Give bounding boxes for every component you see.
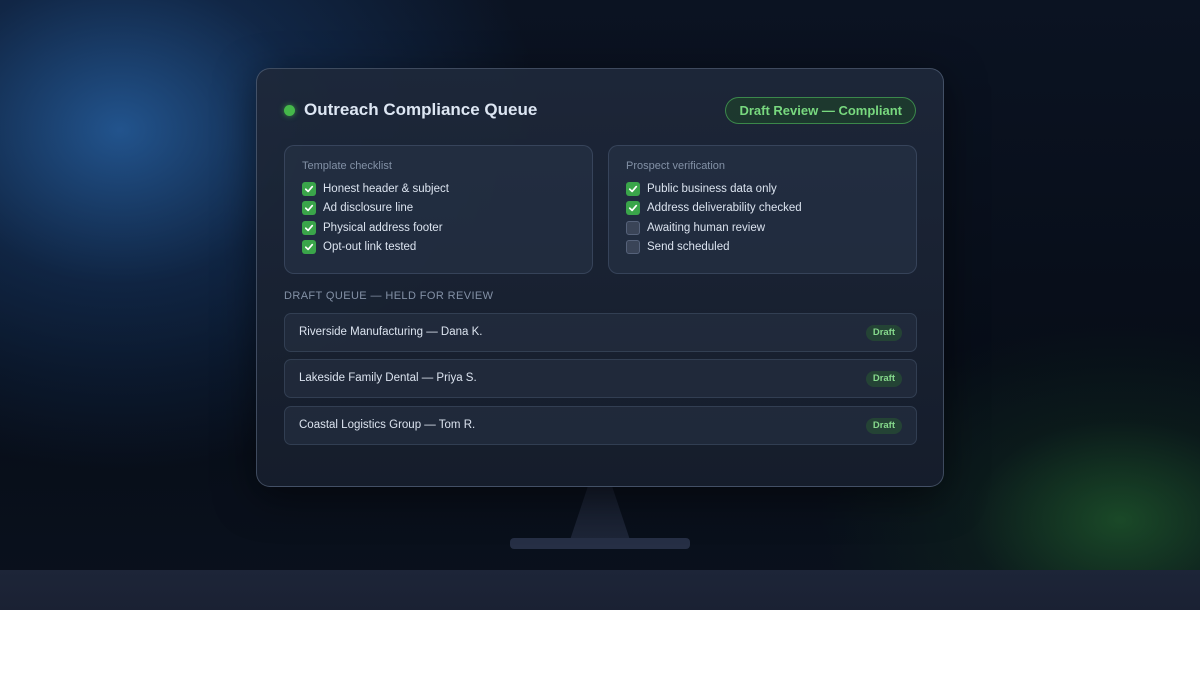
checkbox-checked-icon[interactable] — [626, 201, 640, 216]
template-checklist-card: Template checklist Honest header & subje… — [284, 145, 593, 274]
checkmark-icon — [628, 185, 638, 192]
checklist-item-label: Physical address footer — [323, 221, 443, 234]
checkmark-icon — [304, 205, 314, 212]
card-title: Prospect verification — [626, 160, 726, 172]
checkbox-unchecked-icon[interactable] — [626, 220, 640, 235]
checkmark-icon — [304, 224, 314, 231]
status-dot-icon — [284, 105, 295, 116]
checklist-item: Awaiting human review — [626, 218, 900, 238]
checkbox-checked-icon[interactable] — [626, 181, 640, 196]
page-title: Outreach Compliance Queue — [304, 100, 538, 119]
compliance-status-badge: Draft Review — Compliant — [725, 97, 916, 124]
checkmark-icon — [304, 185, 314, 192]
card-title: Template checklist — [302, 160, 392, 172]
draft-status-badge: Draft — [865, 325, 902, 341]
queue-row-name: Lakeside Family Dental — Priya S. — [299, 372, 477, 384]
checkbox-checked-icon[interactable] — [302, 220, 316, 235]
checkmark-icon — [628, 205, 638, 212]
checklist-item-label: Ad disclosure line — [323, 202, 414, 215]
monitor-stand-neck — [570, 486, 630, 540]
checkbox-checked-icon[interactable] — [302, 181, 316, 196]
queue-row[interactable]: Lakeside Family Dental — Priya S. Draft — [284, 359, 917, 398]
checkbox-checked-icon[interactable] — [302, 240, 316, 255]
checkbox-unchecked-icon[interactable] — [626, 240, 640, 255]
checklist-item: Send scheduled — [626, 238, 900, 258]
draft-status-badge: Draft — [865, 371, 902, 387]
checklist-item: Physical address footer — [302, 218, 576, 238]
queue-row-name: Riverside Manufacturing — Dana K. — [299, 326, 483, 338]
window-header: Outreach Compliance Queue Draft Review —… — [284, 97, 916, 125]
checklist-item-label: Opt-out link tested — [323, 241, 417, 254]
checklist-item: Honest header & subject — [302, 179, 576, 199]
desk-surface — [0, 570, 1200, 610]
checkmark-icon — [304, 244, 314, 251]
template-checklist-list: Honest header & subject Ad disclosure lin… — [302, 179, 576, 257]
background-scene: Outreach Compliance Queue Draft Review —… — [0, 0, 1200, 610]
checkbox-checked-icon[interactable] — [302, 201, 316, 216]
checklist-item: Ad disclosure line — [302, 199, 576, 219]
queue-section-label: DRAFT QUEUE — HELD FOR REVIEW — [284, 290, 494, 302]
draft-status-badge: Draft — [865, 418, 902, 434]
queue-row-name: Coastal Logistics Group — Tom R. — [299, 419, 476, 431]
checklist-item-label: Address deliverability checked — [647, 202, 802, 215]
checklist-item-label: Public business data only — [647, 182, 777, 195]
checklist-item: Opt-out link tested — [302, 238, 576, 258]
monitor-stand-base — [510, 538, 690, 549]
checklist-item-label: Send scheduled — [647, 241, 730, 254]
prospect-verification-card: Prospect verification Public business da… — [608, 145, 917, 274]
app-window: Outreach Compliance Queue Draft Review —… — [256, 68, 944, 487]
prospect-verification-list: Public business data only Address deliver… — [626, 179, 900, 257]
queue-row[interactable]: Coastal Logistics Group — Tom R. Draft — [284, 406, 917, 445]
checklist-item-label: Awaiting human review — [647, 221, 766, 234]
queue-row[interactable]: Riverside Manufacturing — Dana K. Draft — [284, 313, 917, 352]
checklist-item: Public business data only — [626, 179, 900, 199]
checklist-item: Address deliverability checked — [626, 199, 900, 219]
checklist-item-label: Honest header & subject — [323, 182, 449, 195]
